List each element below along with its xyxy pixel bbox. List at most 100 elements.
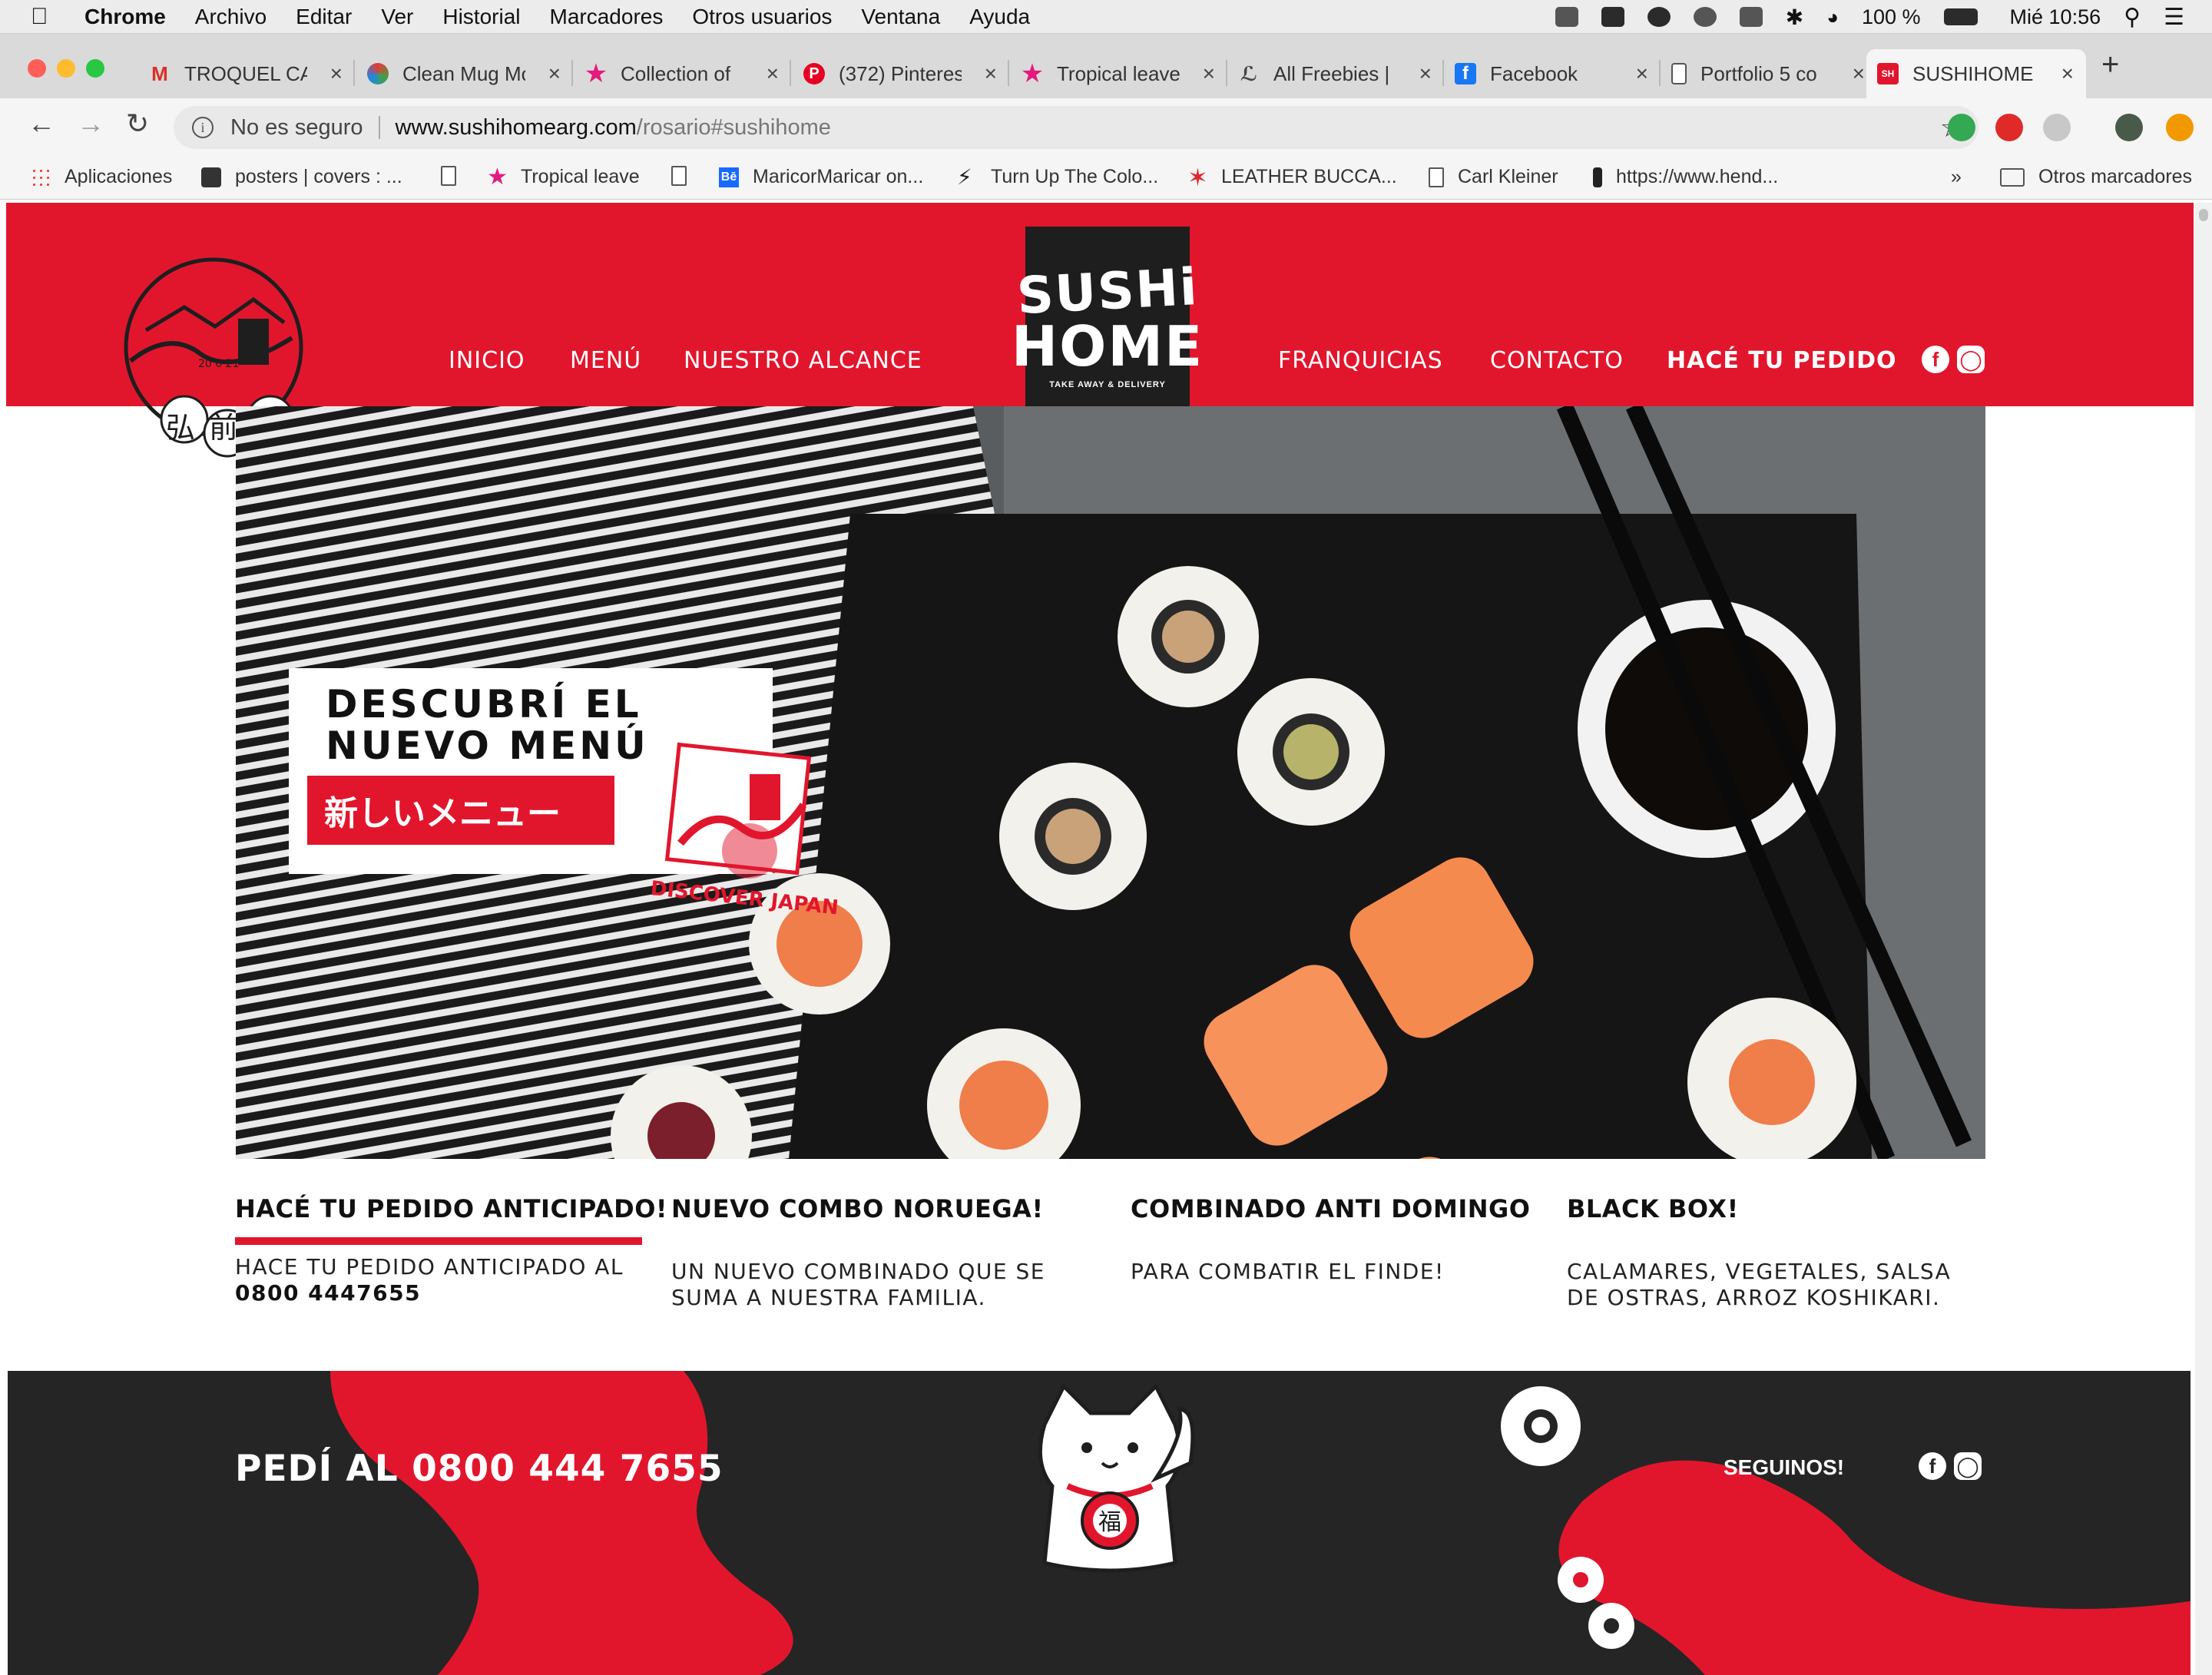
security-status[interactable]: No es seguro (230, 115, 363, 141)
bookmark-turn-up-the-colo[interactable]: ⚡ Turn Up The Colo... (957, 166, 1158, 188)
sushihome-logo[interactable]: SUSHi HOME TAKE AWAY & DELIVERY (1012, 227, 1202, 428)
extension-adblock-icon[interactable] (1995, 114, 2023, 141)
logo-line1: SUSHi (1015, 257, 1200, 326)
window-minimize-button[interactable] (57, 59, 75, 78)
profile-avatar[interactable] (2115, 114, 2143, 141)
bookmark-document-1[interactable] (441, 166, 470, 186)
menu-otros-usuarios[interactable]: Otros usuarios (692, 5, 832, 29)
bookmark-otros-marcadores[interactable]: Otros marcadores (2000, 166, 2192, 188)
facebook-icon[interactable]: f (1922, 346, 1949, 373)
airplay-icon[interactable] (1739, 7, 1763, 27)
nav-menu[interactable]: MENÚ (570, 347, 641, 374)
tab-portfolio[interactable]: Portfolio 5 co × (1661, 49, 1877, 98)
back-arrow-icon[interactable]: ← (28, 108, 55, 140)
cloud-upload-icon[interactable] (1601, 7, 1624, 27)
nav-franquicias[interactable]: FRANQUICIAS (1278, 347, 1443, 374)
menu-editar[interactable]: Editar (296, 5, 352, 29)
spotlight-search-icon[interactable]: ⚲ (2124, 4, 2141, 31)
bookmark-posters[interactable]: posters | covers : ... (201, 166, 402, 188)
tab-sushihome[interactable]: SH SUSHIHOME × (1866, 49, 2086, 98)
nav-nuestro-alcance[interactable]: NUESTRO ALCANCE (684, 347, 922, 374)
tab-troquel[interactable]: M TROQUEL CA × (138, 49, 355, 98)
tab-close-icon[interactable]: × (767, 61, 779, 86)
forward-arrow-icon[interactable]: → (77, 108, 104, 140)
menu-ayuda[interactable]: Ayuda (969, 5, 1030, 29)
bolt-icon: ⚡ (957, 164, 972, 189)
bookmark-tropical-leave[interactable]: ★ Tropical leave (487, 165, 640, 188)
bookmark-hend[interactable]: https://www.hend... (1593, 166, 1778, 188)
discover-japan-stamp: DISCOVER JAPAN (650, 742, 839, 920)
tab-close-icon[interactable]: × (985, 61, 997, 86)
tab-title: All Freebies | (1273, 61, 1390, 85)
address-bar[interactable]: i No es seguro www.sushihomearg.com /ros… (174, 106, 1979, 149)
tab-close-icon[interactable]: × (1203, 61, 1215, 86)
news-body: HACE TU PEDIDO ANTICIPADO AL 0800 444765… (235, 1254, 624, 1306)
info-icon[interactable]: i (192, 117, 214, 138)
news-headline[interactable]: NUEVO COMBO NORUEGA! (671, 1194, 1086, 1223)
extension-green-icon[interactable] (1948, 114, 1975, 141)
bookmark-document-2[interactable] (671, 166, 700, 186)
battery-icon[interactable] (1943, 8, 1978, 25)
folder-icon (2000, 167, 2025, 187)
window-maximize-button[interactable] (86, 59, 104, 78)
nav-contacto[interactable]: CONTACTO (1490, 347, 1624, 374)
pinterest-icon: P (803, 63, 825, 84)
tab-close-icon[interactable]: × (1419, 61, 1432, 86)
bookmark-maricormaricar[interactable]: Bē MaricorMaricar on... (719, 166, 923, 188)
news-item-black-box[interactable]: BLACK BOX! CALAMARES, VEGETALES, SALSA D… (1567, 1194, 1982, 1311)
bookmark-carl-kleiner[interactable]: Carl Kleiner (1429, 166, 1558, 188)
extension-dropbox-icon[interactable] (2043, 114, 2071, 141)
news-item-pedido-anticipado[interactable]: HACÉ TU PEDIDO ANTICIPADO! HACE TU PEDID… (235, 1194, 667, 1306)
footer-instagram-icon[interactable]: ◯ (1954, 1452, 1982, 1480)
instagram-icon[interactable]: ◯ (1957, 346, 1985, 373)
bookmarks-overflow-chevron[interactable]: » (1951, 166, 1962, 188)
footer-phone-call[interactable]: PEDÍ AL 0800 444 7655 (235, 1448, 724, 1490)
menu-ventana[interactable]: Ventana (861, 5, 940, 29)
dropbox-status-icon[interactable] (1555, 7, 1578, 27)
news-item-combo-noruega[interactable]: NUEVO COMBO NORUEGA! UN NUEVO COMBINADO … (671, 1194, 1086, 1311)
apple-icon[interactable]:  (31, 4, 61, 30)
menu-app-name[interactable]: Chrome (84, 5, 166, 29)
bookmark-aplicaciones[interactable]: Aplicaciones (31, 166, 172, 188)
url-path: /rosario#sushihome (636, 114, 831, 140)
nav-inicio[interactable]: INICIO (449, 347, 525, 374)
reload-icon[interactable]: ↻ (126, 108, 149, 140)
menu-archivo[interactable]: Archivo (195, 5, 267, 29)
menu-historial[interactable]: Historial (442, 5, 520, 29)
status-area: ✱ ◕ 100 % Mié 10:56 ⚲ ☰ (1555, 0, 2184, 34)
bookmark-leather-bucca[interactable]: ✶ LEATHER BUCCA... (1187, 165, 1397, 190)
wifi-icon[interactable]: ◕ (1826, 5, 1839, 29)
tab-close-icon[interactable]: × (548, 61, 561, 86)
behance-icon: Bē (719, 167, 739, 187)
page-scrollbar[interactable] (2195, 203, 2212, 1675)
tab-clean-mug[interactable]: Clean Mug Mo × (356, 49, 573, 98)
news-headline[interactable]: COMBINADO ANTI DOMINGO (1131, 1194, 1545, 1223)
tab-tropical-leave[interactable]: ★ Tropical leave × (1011, 49, 1227, 98)
tab-close-icon[interactable]: × (1853, 61, 1865, 86)
notification-center-icon[interactable]: ☰ (2164, 4, 2184, 31)
update-icon[interactable] (2166, 114, 2194, 141)
new-tab-button[interactable]: + (2101, 48, 2119, 82)
document-icon (1671, 63, 1687, 84)
scrollbar-thumb[interactable] (2199, 209, 2208, 221)
tab-pinterest[interactable]: P (372) Pinteres × (793, 49, 1009, 98)
bluetooth-icon[interactable]: ✱ (1786, 5, 1803, 30)
news-headline[interactable]: HACÉ TU PEDIDO ANTICIPADO! (235, 1194, 667, 1223)
news-headline[interactable]: BLACK BOX! (1567, 1194, 1982, 1223)
news-item-anti-domingo[interactable]: COMBINADO ANTI DOMINGO PARA COMBATIR EL … (1131, 1194, 1545, 1285)
tab-close-icon[interactable]: × (2061, 61, 2074, 86)
tab-close-icon[interactable]: × (1636, 61, 1648, 86)
tab-close-icon[interactable]: × (330, 61, 343, 86)
clock[interactable]: Mié 10:56 (2010, 5, 2101, 29)
sync-icon[interactable] (1693, 7, 1717, 27)
menu-ver[interactable]: Ver (381, 5, 413, 29)
nav-hace-tu-pedido[interactable]: HACÉ TU PEDIDO (1667, 347, 1897, 374)
tab-all-freebies[interactable]: ℒ All Freebies | × (1227, 49, 1444, 98)
footer-facebook-icon[interactable]: f (1919, 1452, 1946, 1480)
window-close-button[interactable] (28, 59, 46, 78)
notification-count-icon[interactable] (1647, 7, 1671, 27)
tab-facebook[interactable]: f Facebook × (1444, 49, 1661, 98)
news-phone[interactable]: 0800 4447655 (235, 1280, 421, 1306)
tab-collection[interactable]: ★ Collection of × (575, 49, 791, 98)
menu-marcadores[interactable]: Marcadores (550, 5, 664, 29)
